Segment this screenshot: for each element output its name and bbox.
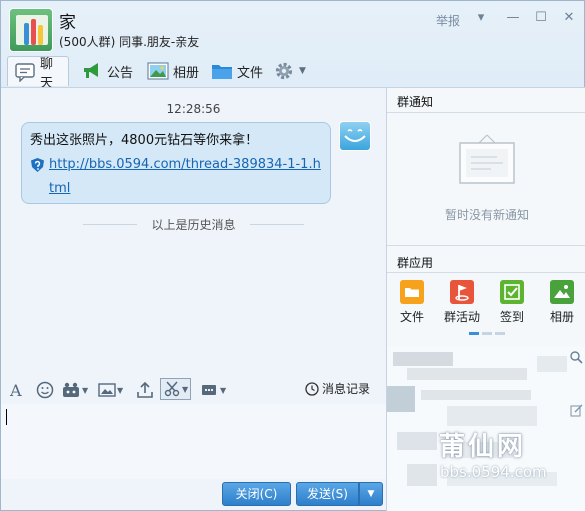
app-activity[interactable]: 群活动 xyxy=(440,280,484,325)
notice-board-icon xyxy=(459,134,515,184)
tab-announcement[interactable]: 公告 xyxy=(75,56,139,86)
minimize-icon[interactable]: — xyxy=(503,8,523,28)
message-text: 秀出这张照片，4800元钻石等你来拿！ xyxy=(30,133,259,148)
tab-album[interactable]: 相册 xyxy=(141,56,205,86)
app-checkin-label: 签到 xyxy=(499,310,524,324)
edit-icon[interactable] xyxy=(570,404,583,420)
folder-app-icon xyxy=(400,280,424,304)
emoji-icon[interactable] xyxy=(36,379,54,401)
clock-icon xyxy=(305,381,319,396)
close-icon[interactable]: ✕ xyxy=(559,8,579,28)
shield-icon xyxy=(31,158,44,172)
message-record-button[interactable]: 消息记录 xyxy=(305,380,370,397)
dropdown-icon[interactable]: ▾ xyxy=(471,8,491,28)
site-watermark: 莆仙网 bbs.0594.com xyxy=(439,426,579,481)
folder-icon xyxy=(211,61,233,81)
app-album-label: 相册 xyxy=(549,310,574,324)
input-toolbar: A ▼ ▼ ▼ ▼ 消息记录 xyxy=(1,376,386,404)
apps-title: 群应用 xyxy=(397,256,434,270)
apps-divider xyxy=(387,272,585,273)
chat-window: 家 (500人群) 同事.朋友-亲友 举报 ▾ — ☐ ✕ 聊天 公告 相册 文… xyxy=(0,0,585,511)
history-divider: 以上是历史消息 xyxy=(1,216,386,233)
vip-emoji-icon[interactable]: ▼ xyxy=(61,379,88,401)
font-icon[interactable]: A xyxy=(10,379,22,401)
tab-chat-label: 聊天 xyxy=(40,56,54,91)
message-timestamp: 12:28:56 xyxy=(166,102,221,116)
app-files-label: 文件 xyxy=(399,310,424,324)
tab-files[interactable]: 文件 xyxy=(205,56,269,86)
message-bubble: 秀出这张照片，4800元钻石等你来拿！ http://bbs.0594.com/… xyxy=(21,122,331,204)
app-files[interactable]: 文件 xyxy=(390,280,434,325)
app-checkin[interactable]: 签到 xyxy=(490,280,534,325)
tab-chat[interactable]: 聊天 xyxy=(7,56,69,91)
message-record-label: 消息记录 xyxy=(322,382,371,396)
report-button[interactable]: 举报 xyxy=(436,12,460,29)
sender-avatar[interactable] xyxy=(339,121,371,151)
watermark-url: bbs.0594.com xyxy=(440,463,547,481)
pager-dot[interactable] xyxy=(495,332,505,335)
app-activity-label: 群活动 xyxy=(443,310,480,324)
app-album[interactable]: 相册 xyxy=(540,280,584,325)
maximize-icon[interactable]: ☐ xyxy=(531,8,551,28)
gear-icon xyxy=(273,61,295,81)
apps-pager[interactable] xyxy=(469,332,505,335)
group-name: 家 xyxy=(59,13,76,33)
chat-history[interactable]: 12:28:56 秀出这张照片，4800元钻石等你来拿！ http://bbs.… xyxy=(1,88,386,376)
watermark-title: 莆仙网 xyxy=(439,432,527,462)
image-icon[interactable]: ▼ xyxy=(98,379,123,401)
tab-files-label: 文件 xyxy=(237,65,264,81)
message-input[interactable] xyxy=(1,404,386,479)
notice-title: 群通知 xyxy=(397,95,434,109)
send-button[interactable]: 发送(S) xyxy=(296,482,359,506)
message-link[interactable]: http://bbs.0594.com/thread-389834-1-1.ht… xyxy=(49,153,322,201)
send-options-chevron-icon[interactable]: ▼ xyxy=(359,482,383,506)
settings-menu[interactable]: ▼ xyxy=(267,56,312,86)
group-avatar[interactable] xyxy=(9,8,53,52)
pager-dot[interactable] xyxy=(482,332,492,335)
notice-divider xyxy=(387,112,585,113)
activity-app-icon xyxy=(450,280,474,304)
album-app-icon xyxy=(550,280,574,304)
tab-bar: 聊天 公告 相册 文件 ▼ xyxy=(1,54,585,91)
search-icon[interactable] xyxy=(569,350,583,367)
apps-divider-top xyxy=(387,245,585,246)
chevron-down-icon: ▼ xyxy=(299,66,306,76)
album-icon xyxy=(147,61,169,81)
tab-announcement-label: 公告 xyxy=(107,65,134,81)
more-tools-icon[interactable]: ▼ xyxy=(201,379,226,401)
no-notice-text: 暂时没有新通知 xyxy=(444,208,529,222)
tab-album-label: 相册 xyxy=(173,65,200,81)
screenshot-icon[interactable]: ▼ xyxy=(160,378,192,400)
upload-icon[interactable] xyxy=(136,379,154,401)
group-meta: (500人群) 同事.朋友-亲友 xyxy=(59,35,200,49)
checkin-app-icon xyxy=(500,280,524,304)
announcement-icon xyxy=(81,61,103,81)
text-cursor xyxy=(6,409,7,425)
close-button[interactable]: 关闭(C) xyxy=(222,482,291,506)
chat-icon xyxy=(14,62,36,83)
pager-dot[interactable] xyxy=(469,332,479,335)
